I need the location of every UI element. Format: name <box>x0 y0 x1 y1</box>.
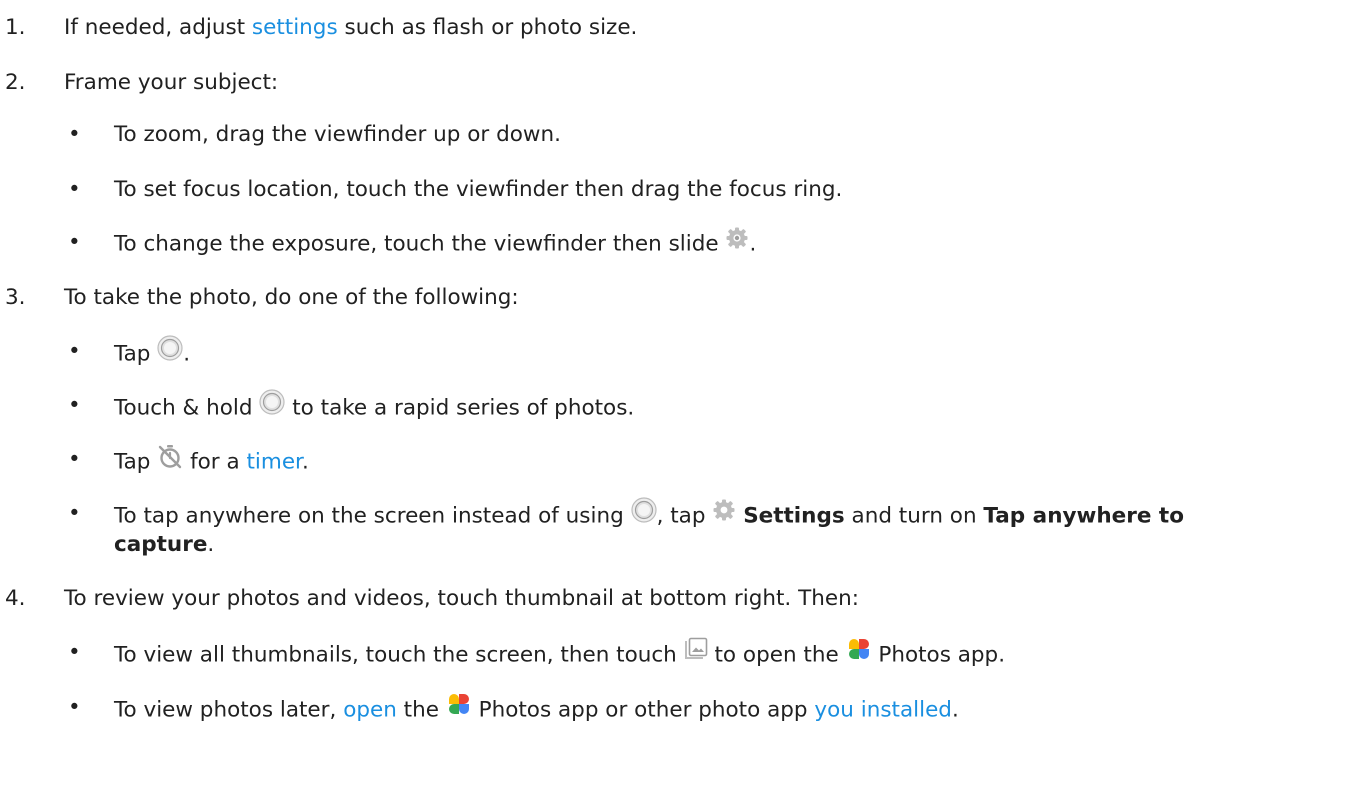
list-item-text: Tap for a timer. <box>114 445 309 480</box>
list-item-text: To change the exposure, touch the viewfi… <box>114 226 756 261</box>
bullet-dot: • <box>68 339 81 364</box>
settings-link[interactable]: settings <box>252 15 338 40</box>
open-link[interactable]: open <box>343 698 397 723</box>
bullet-dot: • <box>68 640 81 665</box>
bullet-dot: • <box>68 177 81 202</box>
list-item-text: Touch & hold to take a rapid series of p… <box>114 389 634 426</box>
bullet-dot: • <box>68 501 81 526</box>
step-number: 1. <box>5 15 26 40</box>
capture-label: capture <box>114 532 208 557</box>
shutter-icon <box>157 335 183 370</box>
step-text: To take the photo, do one of the followi… <box>64 285 519 310</box>
list-item-text: To set focus location, touch the viewfin… <box>114 177 843 202</box>
exposure-gear-icon <box>725 226 749 259</box>
timer-off-icon <box>157 443 183 478</box>
bullet-dot: • <box>68 695 81 720</box>
step-text: Frame your subject: <box>64 70 279 95</box>
gallery-icon <box>684 637 708 670</box>
you-installed-link[interactable]: you installed <box>814 698 952 723</box>
settings-label: Settings <box>743 503 845 529</box>
tap-anywhere-label: Tap anywhere to <box>983 503 1184 529</box>
step-number: 4. <box>5 586 26 611</box>
step-number: 2. <box>5 70 26 95</box>
list-item-text: To tap anywhere on the screen instead of… <box>114 497 1184 534</box>
settings-gear-icon <box>712 498 736 531</box>
list-item-text: capture. <box>114 532 215 557</box>
google-photos-icon <box>446 691 472 726</box>
bullet-dot: • <box>68 393 81 418</box>
bullet-dot: • <box>68 230 81 255</box>
bullet-dot: • <box>68 447 81 472</box>
list-item-text: To view photos later, open the Photos ap… <box>114 693 959 728</box>
bullet-dot: • <box>68 122 81 147</box>
shutter-icon <box>259 389 285 424</box>
timer-link[interactable]: timer <box>246 450 301 475</box>
list-item-text: To view all thumbnails, touch the screen… <box>114 636 1005 673</box>
list-item-text: Tap . <box>114 335 190 372</box>
step-text: To review your photos and videos, touch … <box>64 586 859 611</box>
list-item-text: To zoom, drag the viewfinder up or down. <box>114 122 561 147</box>
shutter-icon <box>630 497 657 532</box>
step-text: If needed, adjust settings such as flash… <box>64 15 638 40</box>
step-number: 3. <box>5 285 26 310</box>
google-photos-icon <box>846 636 872 671</box>
